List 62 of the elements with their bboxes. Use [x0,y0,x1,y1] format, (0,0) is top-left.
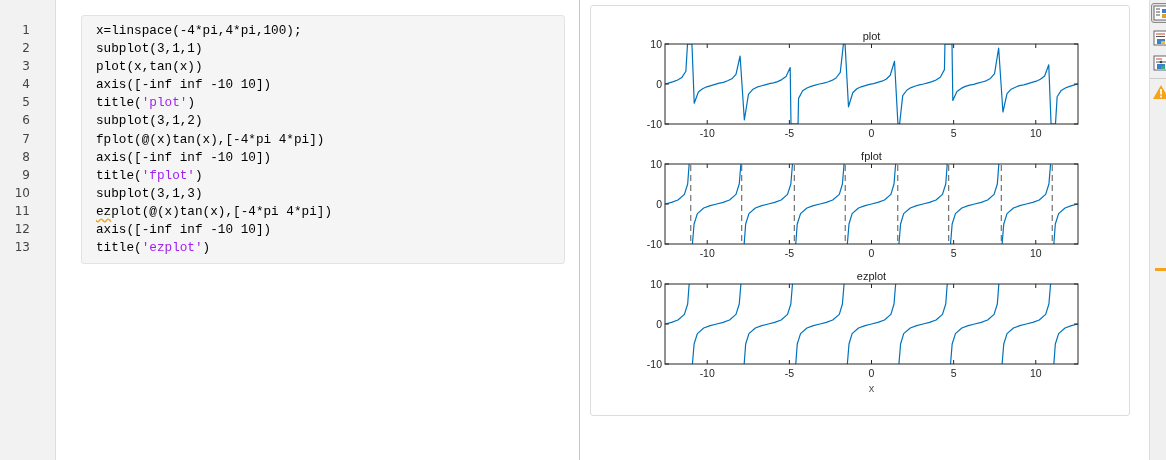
tick-label: 10 [1029,127,1042,139]
tick-label: -10 [699,127,715,139]
code-line: axis([-inf inf -10 10]) [96,148,273,167]
line-number: 9 [21,166,30,184]
layout-button[interactable] [1151,53,1166,73]
code-line: fplot(@(x)tan(x),[-4*pi 4*pi]) [96,130,326,149]
tick-label: 0 [868,367,875,379]
code-line: plot(x,tan(x)) [96,58,204,77]
tick-label: 0 [656,78,662,90]
line-number: 1 [21,22,30,39]
hide-code-icon [1153,55,1166,71]
tick-label: 0 [868,247,875,259]
tick-label: 10 [1029,367,1042,379]
chart-title: plot [862,30,881,42]
tick-label: -10 [699,367,715,379]
tick-label: 0 [656,318,662,330]
tick-label: -10 [646,238,662,250]
code-line: title('plot') [96,94,196,113]
line-number: 7 [21,130,30,148]
code-line: axis([-inf inf -10 10]) [96,221,273,240]
line-number: 10 [13,184,30,202]
output-inline-icon [1153,30,1166,46]
tick-label: 10 [650,278,662,290]
code-block[interactable] [81,15,565,265]
code-line: title('fplot') [96,166,204,185]
tick-label: 10 [1029,247,1042,259]
tick-label: -5 [784,247,795,259]
line-number: 12 [13,221,30,239]
line-number: 4 [21,76,30,94]
layout-button[interactable] [1151,28,1166,48]
tick-label: 10 [650,158,662,170]
code-line: subplot(3,1,1) [96,40,204,59]
line-number: 8 [21,148,30,166]
chart-title: ezplot [856,270,887,282]
code-line: axis([-inf inf -10 10]) [96,76,273,95]
axis-label: x [868,382,875,394]
tick-label: -10 [699,247,715,259]
line-number: 6 [21,112,30,130]
tick-label: 5 [950,247,957,259]
line-number: 13 [13,239,30,257]
line-number: 11 [13,202,30,220]
chart-title: fplot [861,150,882,162]
line-number: 2 [21,40,30,58]
code-line: subplot(3,1,3) [96,184,204,203]
output-right-icon [1153,5,1166,21]
tick-label: 10 [650,38,662,50]
tick-label: -5 [784,127,795,139]
layout-button[interactable] [1151,3,1166,23]
tick-label: 0 [868,127,875,139]
code-line: title('ezplot') [96,239,212,258]
line-number: 3 [21,58,30,76]
tick-label: 5 [950,367,957,379]
tick-label: -5 [784,367,795,379]
tick-label: 0 [656,198,662,210]
code-line: ezplot(@(x)tan(x),[-4*pi 4*pi]) [96,202,334,221]
code-line: x=linspace(-4*pi,4*pi,100); [96,22,303,40]
line-number: 5 [21,94,30,112]
warning-marker[interactable] [1154,268,1166,271]
tick-label: 5 [950,127,957,139]
code-line: subplot(3,1,2) [96,112,204,131]
tick-label: -10 [646,118,662,130]
tick-label: -10 [646,358,662,370]
